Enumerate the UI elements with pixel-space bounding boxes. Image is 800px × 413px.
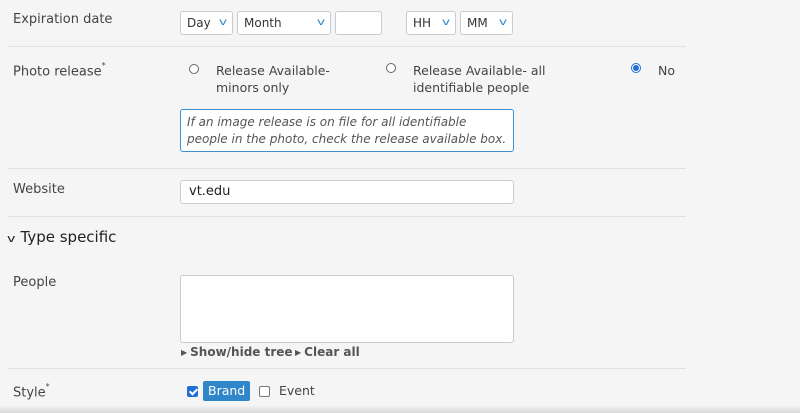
photo-release-help-text: If an image release is on file for all i…: [180, 109, 514, 152]
chevron-down-icon: v: [316, 17, 326, 28]
clear-all-label: Clear all: [304, 345, 360, 359]
expiration-date-label: Expiration date: [13, 12, 113, 27]
show-hide-tree-label: Show/hide tree: [190, 345, 293, 359]
style-event-label: Event: [279, 383, 315, 398]
website-label: Website: [13, 182, 65, 197]
chevron-down-icon: v: [498, 17, 508, 28]
divider: [8, 216, 686, 217]
expiration-month-value: Month: [244, 16, 282, 30]
expiration-hour-value: HH: [413, 16, 432, 30]
expiration-minute-select[interactable]: MM v: [460, 11, 513, 35]
show-hide-tree-link[interactable]: ▶ Show/hide tree: [181, 345, 293, 359]
divider: [8, 46, 686, 47]
release-no-radio[interactable]: [631, 63, 641, 73]
caret-right-icon: ▶: [181, 348, 188, 357]
expiration-year-input[interactable]: [335, 11, 382, 35]
style-label: Style*: [13, 382, 50, 401]
chevron-down-icon: v: [441, 17, 451, 28]
people-input[interactable]: [180, 275, 514, 343]
required-mark: *: [45, 382, 50, 391]
caret-right-icon: ▶: [295, 348, 302, 357]
release-all-radio[interactable]: [386, 63, 396, 73]
chevron-down-icon: v: [218, 17, 228, 28]
type-specific-title: Type specific: [20, 228, 117, 246]
people-label: People: [13, 275, 57, 290]
expiration-day-select[interactable]: Day v: [180, 11, 233, 35]
clear-all-link[interactable]: ▶ Clear all: [295, 345, 360, 359]
style-event-checkbox[interactable]: [259, 386, 270, 397]
divider: [8, 368, 686, 369]
release-minors-label-line2: minors only: [216, 80, 290, 95]
website-input[interactable]: vt.edu: [180, 180, 514, 204]
release-minors-label: Release Available- minors only: [216, 62, 330, 96]
expiration-day-value: Day: [187, 16, 211, 30]
expiration-hour-select[interactable]: HH v: [406, 11, 456, 35]
required-mark: *: [101, 61, 106, 70]
release-no-label: No: [658, 63, 675, 78]
style-brand-label: Brand: [203, 381, 251, 401]
release-minors-radio[interactable]: [189, 64, 199, 74]
release-all-label: Release Available- all identifiable peop…: [413, 62, 545, 96]
form-panel: Expiration date Day v Month v HH v MM v …: [0, 0, 800, 413]
divider: [8, 168, 686, 169]
expiration-month-select[interactable]: Month v: [237, 11, 331, 35]
photo-release-label-text: Photo release: [13, 64, 102, 80]
chevron-down-icon: v: [7, 232, 16, 245]
bottom-shadow: [0, 405, 800, 413]
style-label-text: Style: [13, 385, 46, 401]
photo-release-label: Photo release*: [13, 61, 106, 80]
style-brand-checkbox[interactable]: [187, 386, 198, 397]
release-all-label-line2: identifiable people: [413, 80, 530, 95]
release-minors-label-line1: Release Available-: [216, 63, 330, 78]
type-specific-toggle[interactable]: v Type specific: [7, 228, 117, 246]
release-all-label-line1: Release Available- all: [413, 63, 546, 78]
expiration-minute-value: MM: [467, 16, 488, 30]
